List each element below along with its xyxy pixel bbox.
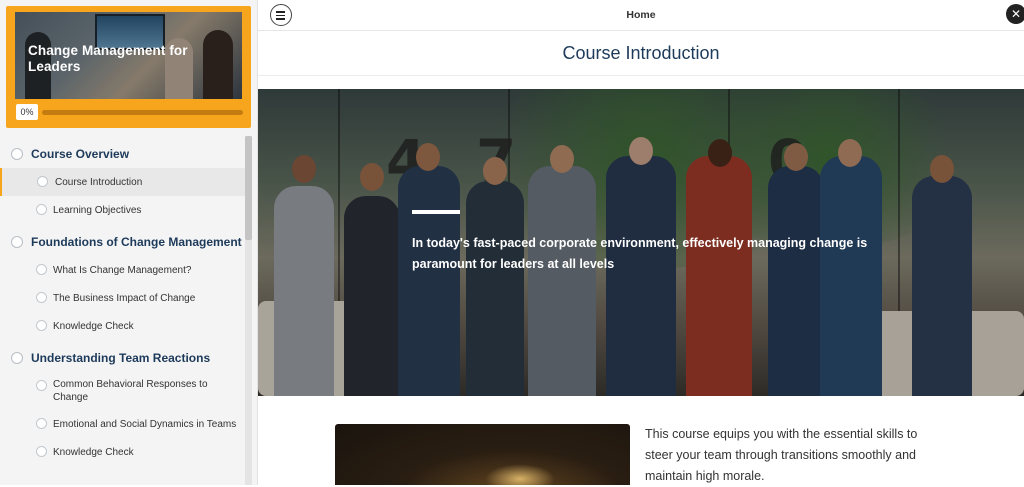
- progress-percent: 0%: [16, 104, 38, 120]
- close-icon[interactable]: ✕: [1006, 4, 1024, 24]
- hero-text: In today's fast-paced corporate environm…: [412, 236, 868, 271]
- status-circle-icon: [36, 320, 47, 331]
- section-title: Foundations of Change Management: [31, 235, 242, 249]
- status-circle-icon: [36, 446, 47, 457]
- top-bar: Home ✕: [258, 0, 1024, 31]
- lesson-label: Emotional and Social Dynamics in Teams: [53, 418, 237, 430]
- status-circle-icon: [11, 352, 23, 364]
- lesson-course-introduction[interactable]: Course Introduction: [0, 168, 246, 196]
- hero-image: 4 7 0 In today's fast-paced corporate en…: [258, 89, 1024, 396]
- course-title: Change Management for Leaders: [28, 43, 188, 74]
- section-team-reactions[interactable]: Understanding Team Reactions: [0, 344, 246, 372]
- status-circle-icon: [36, 418, 47, 429]
- lesson-label: What Is Change Management?: [53, 264, 192, 276]
- lesson-knowledge-check-2[interactable]: Knowledge Check: [0, 438, 246, 466]
- course-sidebar: Change Management for Leaders 0% Course …: [0, 0, 258, 485]
- status-circle-icon: [11, 236, 23, 248]
- lesson-label: Course Introduction: [55, 176, 143, 188]
- status-circle-icon: [36, 264, 47, 275]
- lesson-what-is-change-management[interactable]: What Is Change Management?: [0, 256, 246, 284]
- content-image: [335, 424, 630, 485]
- lesson-label: Knowledge Check: [53, 446, 134, 458]
- course-thumbnail: Change Management for Leaders: [15, 12, 242, 99]
- home-title: Home: [626, 9, 656, 21]
- section-foundations[interactable]: Foundations of Change Management: [0, 228, 246, 256]
- progress-bar: [42, 110, 243, 115]
- lesson-behavioral-responses[interactable]: Common Behavioral Responses to Change: [0, 372, 246, 410]
- lesson-label: Common Behavioral Responses to Change: [53, 379, 208, 403]
- lesson-business-impact[interactable]: The Business Impact of Change: [0, 284, 246, 312]
- course-header-card: Change Management for Leaders 0%: [6, 6, 251, 128]
- course-outline: Course Overview Course Introduction Lear…: [0, 136, 246, 485]
- lesson-emotional-dynamics[interactable]: Emotional and Social Dynamics in Teams: [0, 410, 246, 438]
- section-course-overview[interactable]: Course Overview: [0, 140, 246, 168]
- status-circle-icon: [36, 292, 47, 303]
- divider: [258, 75, 1024, 76]
- body-paragraph: This course equips you with the essentia…: [645, 427, 918, 483]
- status-circle-icon: [11, 148, 23, 160]
- page-title: Course Introduction: [562, 43, 720, 63]
- lesson-learning-objectives[interactable]: Learning Objectives: [0, 196, 246, 224]
- lesson-label: Learning Objectives: [53, 204, 142, 216]
- status-circle-icon: [36, 380, 47, 391]
- status-circle-icon: [36, 204, 47, 215]
- lesson-label: The Business Impact of Change: [53, 292, 196, 304]
- section-title: Course Overview: [31, 147, 130, 161]
- section-title: Understanding Team Reactions: [31, 351, 211, 365]
- status-circle-icon: [37, 176, 48, 187]
- lesson-knowledge-check-1[interactable]: Knowledge Check: [0, 312, 246, 340]
- hero-accent-bar: [412, 210, 460, 214]
- lesson-label: Knowledge Check: [53, 320, 134, 332]
- sidebar-scroll-thumb[interactable]: [245, 136, 252, 240]
